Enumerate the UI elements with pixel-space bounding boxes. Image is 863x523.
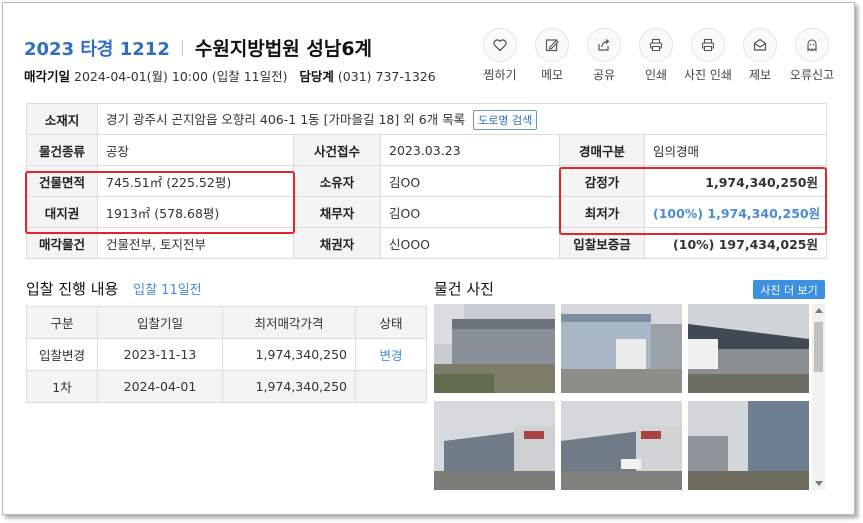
- property-photo[interactable]: [561, 401, 682, 490]
- photo-print-label: 사진 인쇄: [684, 68, 732, 82]
- received-value: 2023.03.23: [380, 134, 560, 166]
- property-photo[interactable]: [688, 401, 809, 490]
- print-button[interactable]: 인쇄: [630, 28, 682, 83]
- owner-value: 김OO: [380, 165, 560, 197]
- error-report-button[interactable]: 오류신고: [786, 28, 838, 83]
- type-value: 공장: [97, 134, 294, 166]
- location-cell: 경기 광주시 곤지암읍 오향리 406-1 1동 [가마을길 18] 외 6개 …: [96, 103, 828, 135]
- table-row: 1차 2024-04-01 1,974,340,250: [26, 370, 427, 403]
- row-status[interactable]: 변경: [355, 338, 427, 371]
- debtor-label: 채무자: [293, 196, 381, 228]
- property-photo[interactable]: [434, 304, 555, 393]
- auction-type-value: 임의경매: [643, 134, 828, 166]
- progress-title: 입찰 진행 내용: [26, 280, 119, 298]
- property-photo[interactable]: [561, 304, 682, 393]
- row-date: 2024-04-01: [97, 370, 223, 403]
- scroll-up-arrow-icon[interactable]: [815, 308, 823, 313]
- area-highlight-box: [25, 171, 295, 234]
- info-row: 소재지 경기 광주시 곤지암읍 오향리 406-1 1동 [가마을길 18] 외…: [26, 103, 828, 135]
- info-row: 물건종류 공장 사건접수 2023.03.23 경매구분 임의경매: [26, 134, 828, 166]
- report-mail-icon: [743, 28, 777, 62]
- share-button[interactable]: 공유: [578, 28, 630, 83]
- row-kind: 1차: [26, 370, 98, 403]
- dept-label: 담당계: [299, 69, 334, 84]
- progress-table: 구분 입찰기일 최저매각가격 상태 입찰변경 2023-11-13 1,974,…: [26, 306, 427, 403]
- location-label: 소재지: [26, 103, 98, 135]
- row-kind: 입찰변경: [26, 338, 98, 371]
- row-price: 1,974,340,250: [222, 338, 356, 371]
- row-price: 1,974,340,250: [222, 370, 356, 403]
- sale-info: 매각기일 2024-04-01(월) 10:00 (입찰 11일전) 담당계 (…: [24, 66, 436, 85]
- case-number: 2023 타경 1212: [24, 38, 170, 60]
- price-highlight-box: [559, 167, 827, 235]
- gallery-scrollbar[interactable]: [812, 304, 825, 490]
- memo-button[interactable]: 메모: [526, 28, 578, 83]
- error-report-label: 오류신고: [789, 68, 835, 82]
- report-button[interactable]: 제보: [734, 28, 786, 83]
- favorite-button[interactable]: 찜하기: [474, 28, 526, 83]
- action-bar: 찜하기 메모 공유 인쇄 사진 인쇄 제보 오류신고: [474, 28, 838, 83]
- heart-icon: [483, 28, 517, 62]
- scroll-down-arrow-icon[interactable]: [815, 481, 823, 486]
- owner-label: 소유자: [293, 165, 381, 197]
- progress-title-row: 입찰 진행 내용 입찰 11일전: [26, 278, 202, 299]
- photo-print-button[interactable]: 사진 인쇄: [682, 28, 734, 83]
- progress-subtitle: 입찰 11일전: [133, 283, 202, 298]
- debtor-value: 김OO: [380, 196, 560, 228]
- photo-gallery: [434, 304, 826, 490]
- road-name-search-button[interactable]: 도로명 검색: [473, 109, 538, 130]
- column-header: 입찰기일: [97, 306, 223, 339]
- auction-type-label: 경매구분: [559, 134, 645, 166]
- column-header: 최저매각가격: [222, 306, 356, 339]
- photo-print-icon: [691, 28, 725, 62]
- memo-label: 메모: [540, 68, 564, 82]
- received-label: 사건접수: [293, 134, 381, 166]
- title-divider: [181, 39, 183, 56]
- creditor-label: 채권자: [293, 227, 381, 259]
- photos-title: 물건 사진: [434, 280, 494, 298]
- case-title: 2023 타경 1212 수원지방법원 성남6계: [24, 34, 372, 61]
- sale-date-label: 매각기일: [24, 69, 71, 84]
- more-photos-button[interactable]: 사진 더 보기: [753, 280, 825, 299]
- type-label: 물건종류: [26, 134, 98, 166]
- error-report-icon: [795, 28, 829, 62]
- scrollbar-thumb[interactable]: [814, 322, 823, 372]
- property-photo[interactable]: [434, 401, 555, 490]
- share-label: 공유: [592, 68, 616, 82]
- creditor-value: 신OOO: [380, 227, 560, 259]
- print-icon: [639, 28, 673, 62]
- favorite-label: 찜하기: [483, 68, 517, 82]
- column-header: 구분: [26, 306, 98, 339]
- property-photo[interactable]: [688, 304, 809, 393]
- print-label: 인쇄: [644, 68, 668, 82]
- report-label: 제보: [748, 68, 772, 82]
- dept-value: (031) 737-1326: [337, 69, 436, 84]
- row-date: 2023-11-13: [97, 338, 223, 371]
- table-row: 입찰변경 2023-11-13 1,974,340,250 변경: [26, 338, 427, 371]
- sale-date-value: 2024-04-01(월) 10:00 (입찰 11일전): [74, 69, 288, 84]
- location-value: 경기 광주시 곤지암읍 오향리 406-1 1동 [가마을길 18] 외 6개 …: [106, 111, 466, 127]
- memo-icon: [535, 28, 569, 62]
- row-status: [355, 370, 427, 403]
- share-icon: [587, 28, 621, 62]
- court-name: 수원지방법원 성남6계: [194, 38, 373, 60]
- column-header: 상태: [355, 306, 427, 339]
- progress-header-row: 구분 입찰기일 최저매각가격 상태: [26, 306, 427, 339]
